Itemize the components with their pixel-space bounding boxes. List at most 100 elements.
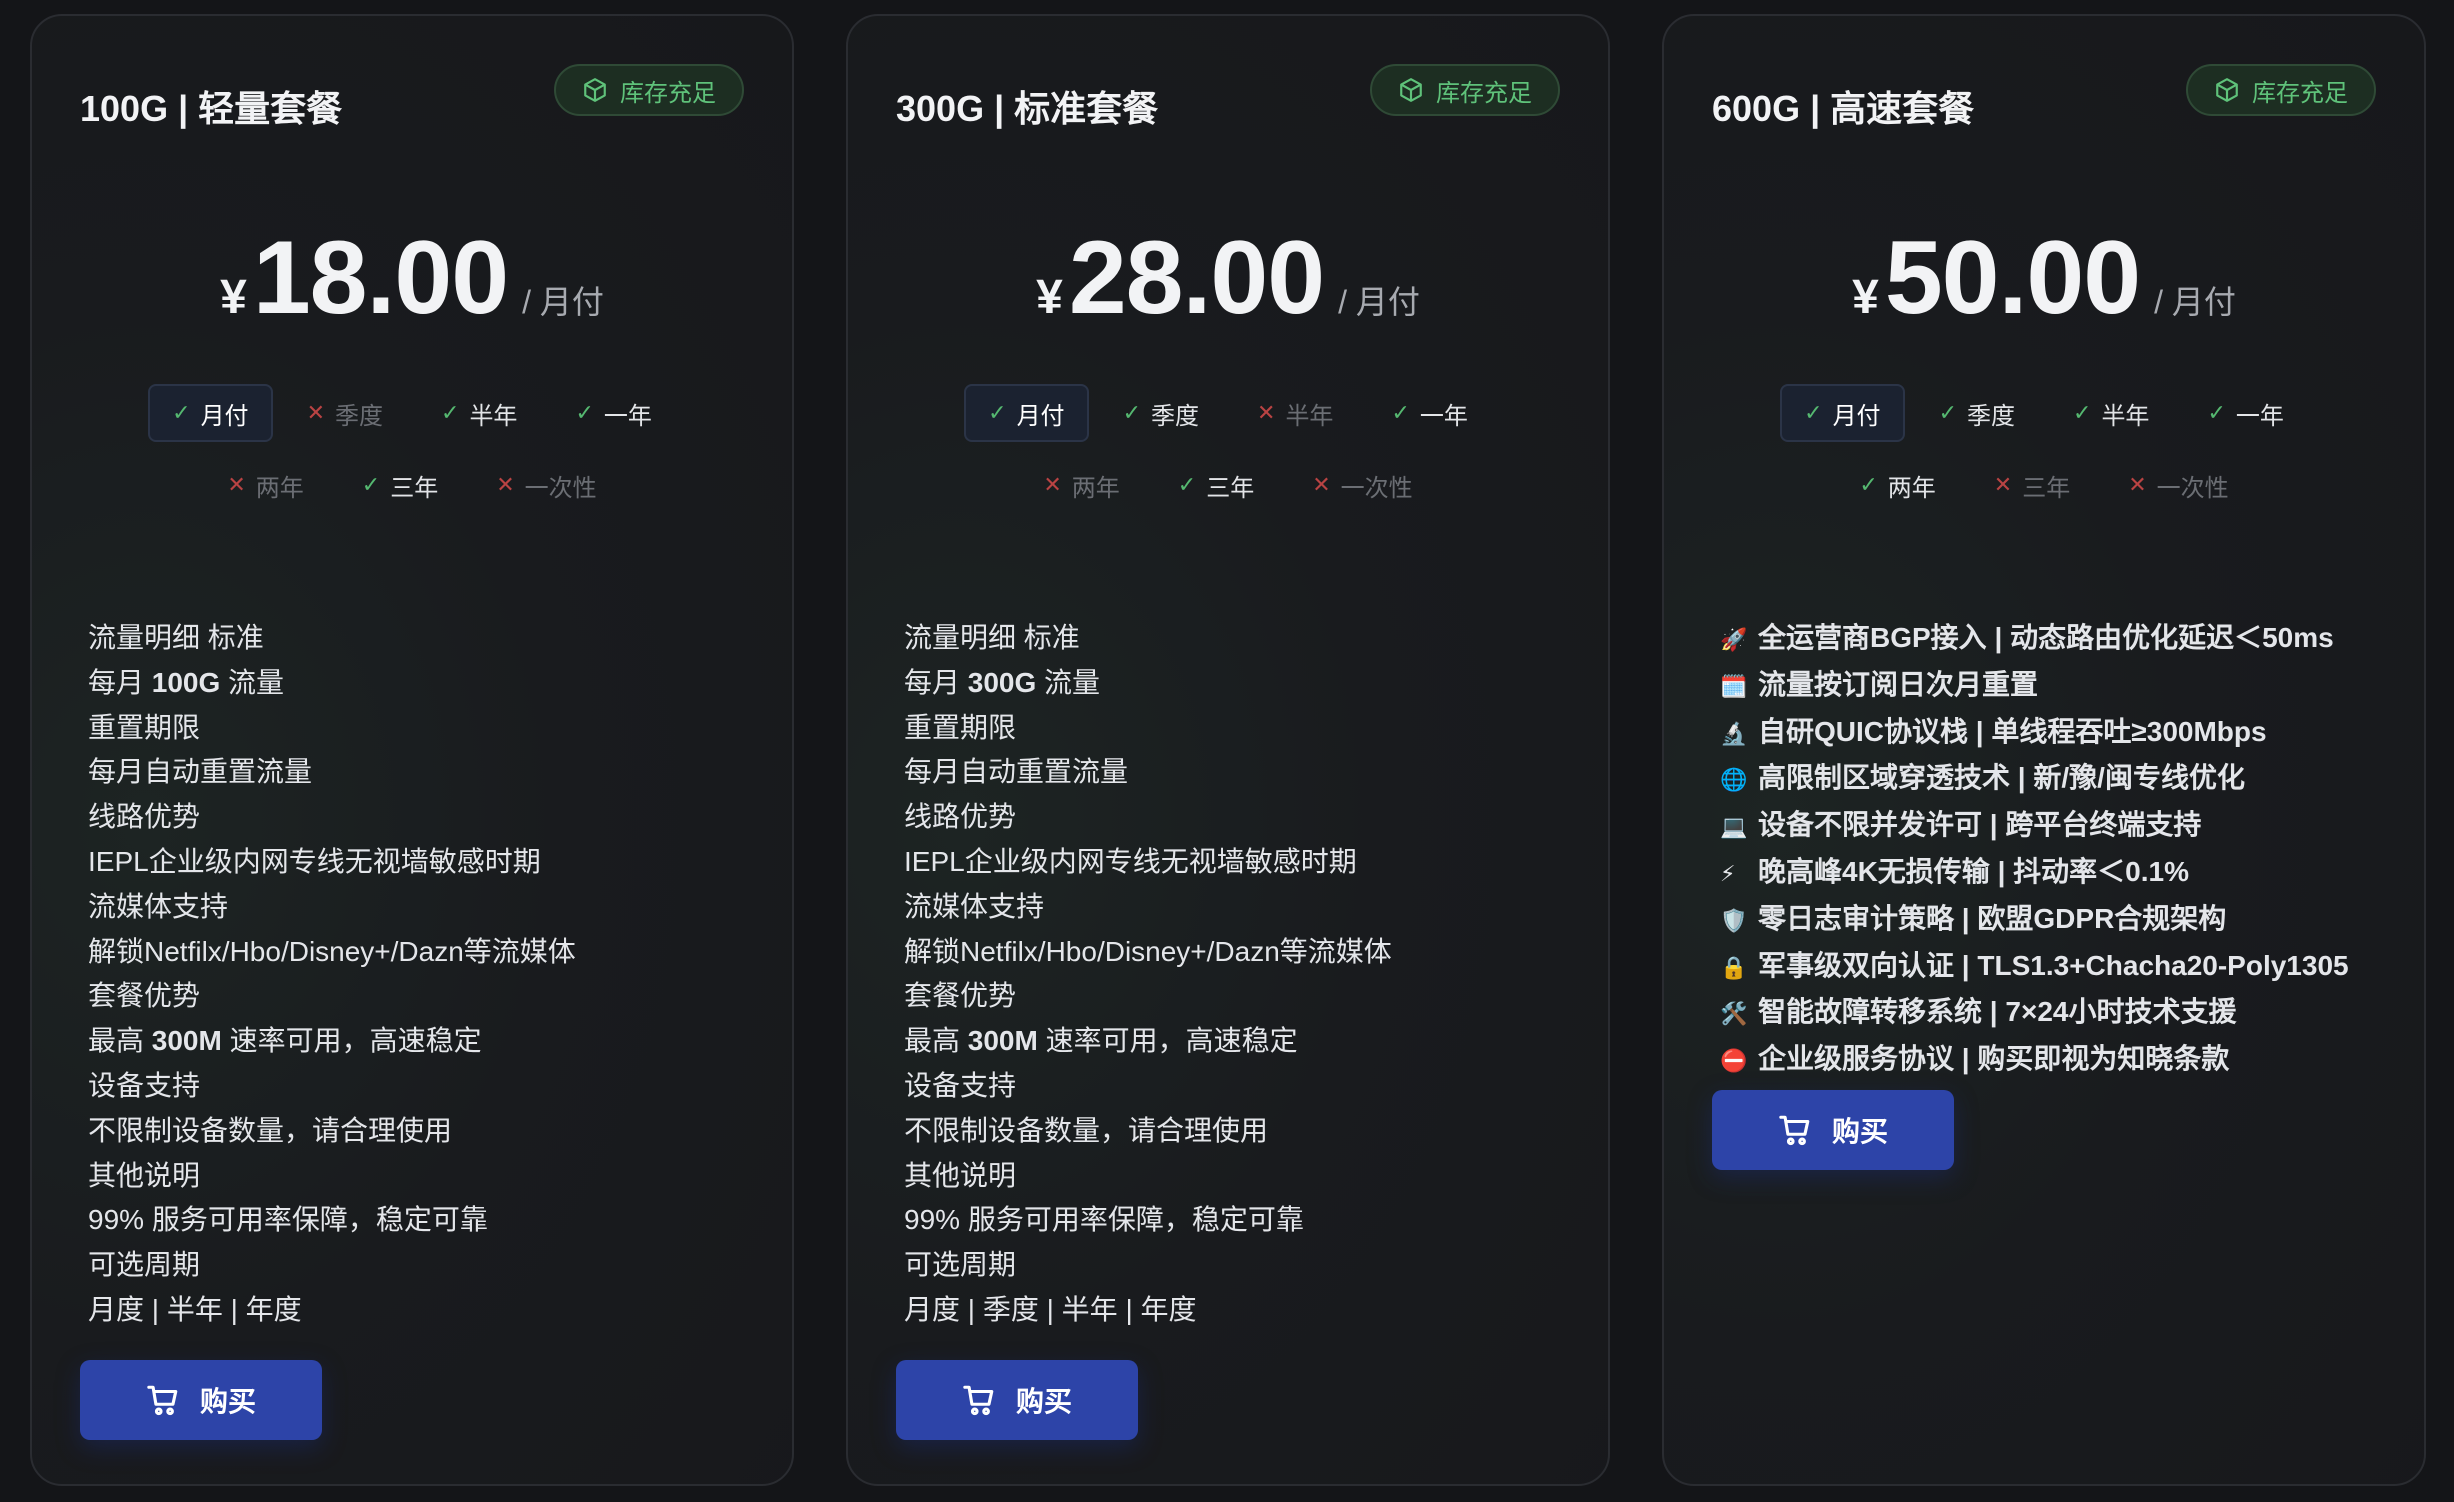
check-icon: ✓ [1859, 472, 1878, 497]
feature-text: 线路优势 [88, 801, 201, 833]
period-option[interactable]: ✕ 三年 [1970, 456, 2094, 514]
buy-button[interactable]: 购买 [1712, 1090, 1954, 1170]
feature-item: 🛡️ 零日志审计策略 | 欧盟GDPR合规架构 [1720, 897, 2384, 944]
period-label: 一次性 [1340, 474, 1413, 502]
box-icon [584, 78, 606, 102]
period-options: ✓ 月付 ✓ 季度 ✕ 半年 ✓ 一年 ✕ 两年 ✓ 三年 ✕ 一次性 [848, 384, 1608, 514]
feature-text: 流量明细 标准 [904, 622, 1080, 653]
plan-title: 100G | 轻量套餐 [80, 88, 343, 129]
feature-highlight: 300M [151, 1025, 222, 1057]
period-option[interactable]: ✕ 两年 [1019, 456, 1143, 514]
check-icon: ✓ [575, 400, 594, 425]
feature-item: 解锁Netfilx/Hbo/Disney+/Dazn等流媒体 [88, 930, 752, 975]
feature-list: 流量明细 标准 每月 100G 流量 重置期限 每月自动重置流量 线路优势 IEPL企业级… [88, 616, 752, 1333]
feature-text: 智能故障转移系统 | 7×24小时技术支援 [1758, 996, 2237, 1028]
feature-item: 每月 300G 流量 [904, 661, 1568, 706]
feature-text: 零日志审计策略 | 欧盟GDPR合规架构 [1758, 902, 2227, 934]
feature-item: 🚀 全运营商BGP接入 | 动态路由优化延迟＜50ms [1720, 616, 2384, 663]
plan-cards: 100G | 轻量套餐 库存充足 ¥ 18.00 / 月付 ✓ 月付 ✕ 季度 ✓ 半年 ✓… [0, 0, 2454, 1502]
stock-label: 库存充足 [1436, 79, 1532, 107]
period-option[interactable]: ✕ 两年 [203, 456, 327, 514]
period-option[interactable]: ✓ 一年 [2183, 384, 2307, 442]
period-option[interactable]: ✓ 三年 [338, 456, 462, 514]
price-currency: ¥ [1036, 271, 1063, 324]
period-option[interactable]: ✓ 一年 [551, 384, 675, 442]
feature-emoji-icon: 🚀 [1720, 627, 1748, 652]
check-icon: ✓ [1122, 400, 1141, 425]
period-option[interactable]: ✓ 月付 [964, 384, 1089, 442]
feature-item: 🔬 自研QUIC协议栈 | 单线程吞吐≥300Mbps [1720, 710, 2384, 757]
feature-emoji-icon: 🔒 [1720, 954, 1748, 980]
feature-item: 月度 | 半年 | 年度 [88, 1288, 752, 1333]
price-unit: / 月付 [1338, 284, 1420, 320]
check-icon: ✓ [361, 472, 381, 497]
feature-item: 设备支持 [904, 1064, 1568, 1109]
feature-item: 线路优势 [88, 795, 752, 840]
period-option[interactable]: ✕ 半年 [1233, 384, 1357, 442]
period-label: 两年 [1071, 474, 1120, 502]
feature-item: ⚡ 晚高峰4K无损传输 | 抖动率＜0.1% [1720, 850, 2384, 897]
period-label: 三年 [2022, 474, 2071, 502]
stock-label: 库存充足 [620, 79, 716, 107]
feature-highlight: 100G [151, 666, 221, 698]
feature-emoji-icon: 🛠️ [1720, 1001, 1748, 1027]
check-icon: ✓ [2073, 400, 2092, 425]
period-option[interactable]: ✕ 一次性 [1288, 456, 1436, 514]
feature-text: 解锁Netfilx/Hbo/Disney+/Dazn等流媒体 [904, 935, 1392, 967]
feature-item: 可选周期 [904, 1243, 1568, 1288]
period-option[interactable]: ✕ 一次性 [2104, 456, 2252, 514]
period-options: ✓ 月付 ✓ 季度 ✓ 半年 ✓ 一年 ✓ 两年 ✕ 三年 ✕ 一次性 [1664, 384, 2424, 514]
feature-text: 套餐优势 [904, 980, 1017, 1012]
cross-icon: ✕ [306, 400, 325, 425]
period-option[interactable]: ✓ 月付 [148, 384, 273, 442]
feature-text: 每月自动重置流量 [88, 756, 313, 788]
feature-text: 企业级服务协议 | 购买即视为知晓条款 [1758, 1043, 2230, 1075]
stock-label: 库存充足 [2252, 79, 2348, 107]
box-icon [2216, 78, 2238, 102]
feature-item: 设备支持 [88, 1064, 752, 1109]
feature-text: 流媒体支持 [88, 890, 229, 922]
feature-item: 最高 300M 速率可用，高速稳定 [88, 1019, 752, 1064]
cross-icon: ✕ [1257, 400, 1276, 425]
buy-button[interactable]: 购买 [896, 1360, 1138, 1440]
period-label: 两年 [1887, 474, 1936, 502]
feature-emoji-icon: 🗓️ [1720, 673, 1748, 699]
plan-title: 300G | 标准套餐 [896, 88, 1159, 129]
feature-emoji-icon: ⚡ [1720, 860, 1736, 886]
period-option[interactable]: ✕ 季度 [283, 384, 407, 442]
cart-icon [1779, 1115, 1810, 1146]
feature-text: 流量明细 标准 [88, 622, 264, 653]
price-currency: ¥ [1852, 271, 1879, 324]
period-option[interactable]: ✓ 月付 [1780, 384, 1905, 442]
feature-text: 设备支持 [88, 1069, 201, 1101]
feature-emoji-icon: 🌐 [1720, 767, 1748, 793]
period-option[interactable]: ✓ 两年 [1835, 456, 1959, 514]
period-option[interactable]: ✓ 三年 [1154, 456, 1278, 514]
period-option[interactable]: ✓ 季度 [1915, 384, 2039, 442]
period-option[interactable]: ✓ 一年 [1367, 384, 1491, 442]
feature-text: 速率可用，高速稳定 [221, 1025, 482, 1057]
feature-item: 🔒 军事级双向认证 | TLS1.3+Chacha20-Poly1305 [1720, 944, 2384, 991]
buy-label: 购买 [1015, 1386, 1072, 1417]
period-option[interactable]: ✓ 季度 [1099, 384, 1223, 442]
period-option[interactable]: ✕ 一次性 [472, 456, 620, 514]
period-label: 季度 [335, 402, 383, 430]
cross-icon: ✕ [2128, 472, 2147, 497]
period-label: 一年 [2235, 402, 2284, 430]
feature-text: 可选周期 [904, 1249, 1017, 1281]
box-icon [1400, 78, 1422, 102]
feature-item: 流量明细 标准 [88, 616, 752, 661]
buy-button[interactable]: 购买 [80, 1360, 322, 1440]
period-option[interactable]: ✓ 半年 [2049, 384, 2173, 442]
feature-text: 最高 [904, 1025, 968, 1057]
period-label: 一次性 [524, 474, 597, 502]
stock-badge: 库存充足 [554, 64, 744, 116]
price-amount: 18.00 [252, 220, 509, 336]
check-icon: ✓ [1177, 472, 1197, 497]
feature-item: 流媒体支持 [88, 885, 752, 930]
period-option[interactable]: ✓ 半年 [417, 384, 541, 442]
feature-list: 流量明细 标准 每月 300G 流量 重置期限 每月自动重置流量 线路优势 IEPL企业级… [904, 616, 1568, 1333]
feature-text: 最高 [88, 1025, 152, 1057]
feature-highlight: 300M [967, 1025, 1038, 1057]
feature-text: 其他说明 [88, 1159, 201, 1191]
